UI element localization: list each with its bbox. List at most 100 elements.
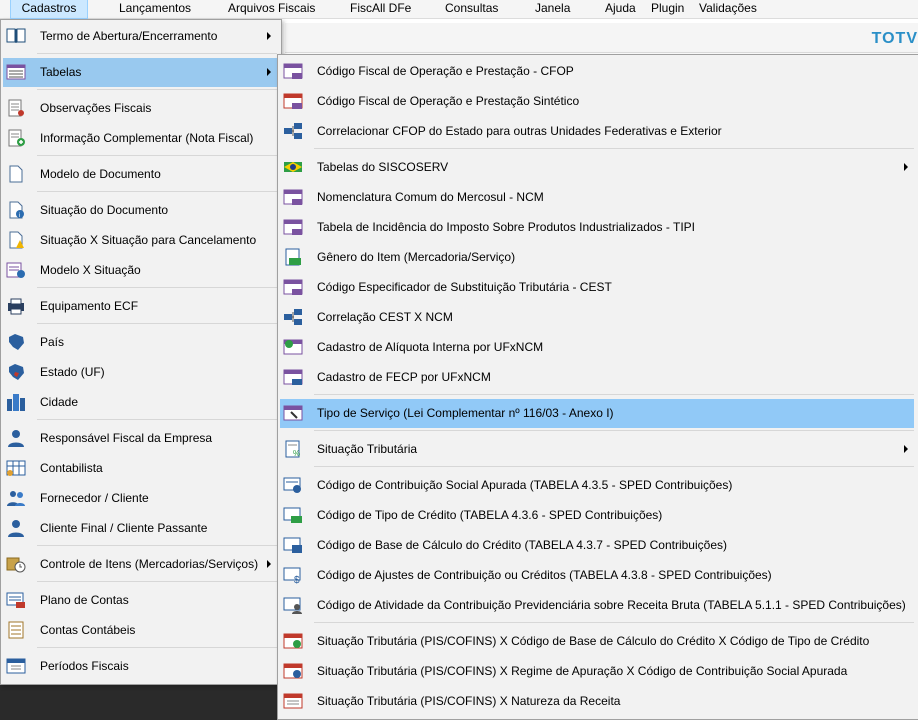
table-icon	[6, 64, 26, 80]
submenu-item-atividade-previdenciaria[interactable]: Código de Atividade da Contribuição Prev…	[280, 591, 914, 620]
submenu-item-tipo-credito[interactable]: Código de Tipo de Crédito (TABELA 4.3.6 …	[280, 501, 914, 530]
menu-item-periodos-fiscais[interactable]: Períodos Fiscais	[3, 652, 277, 681]
submenu-item-correlacao-cest-ncm[interactable]: Correlação CEST X NCM	[280, 303, 914, 332]
adjust-dollar-icon: $	[283, 567, 301, 584]
menu-item-modelo-x-situacao[interactable]: Modelo X Situação	[3, 256, 277, 285]
menu-arquivos-fiscais[interactable]: Arquivos Fiscais	[228, 0, 315, 18]
menu-bar: Cadastros Lançamentos Arquivos Fiscais F…	[0, 0, 918, 19]
submenu-item-fecp[interactable]: Cadastro de FECP por UFxNCM	[280, 363, 914, 392]
correlation-icon	[284, 123, 302, 139]
service-tool-icon	[283, 405, 303, 421]
menu-separator	[37, 155, 277, 156]
document-plus-icon	[8, 129, 25, 147]
tabelas-submenu: Código Fiscal de Operação e Prestação - …	[277, 54, 918, 720]
svg-text:%: %	[293, 449, 300, 458]
menu-item-pais[interactable]: País	[3, 328, 277, 357]
menu-janela[interactable]: Janela	[535, 0, 570, 18]
menu-item-situacao-documento[interactable]: i Situação do Documento	[3, 196, 277, 225]
menu-item-cliente-final[interactable]: Cliente Final / Cliente Passante	[3, 514, 277, 543]
fecp-icon	[283, 369, 303, 385]
contribution-icon	[283, 477, 301, 493]
menu-separator	[37, 53, 277, 54]
toolbar-strip	[285, 23, 918, 53]
money-check-icon	[283, 663, 303, 679]
submenu-item-cfop[interactable]: Código Fiscal de Operação e Prestação - …	[280, 57, 914, 86]
submenu-item-situacao-tributaria[interactable]: % Situação Tributária	[280, 435, 914, 464]
menu-separator	[37, 191, 277, 192]
menu-ajuda[interactable]: Ajuda	[605, 0, 636, 18]
menu-separator	[37, 89, 277, 90]
submenu-item-pis-cofins-base-credito[interactable]: Situação Tributária (PIS/COFINS) X Códig…	[280, 627, 914, 656]
box-clock-icon	[6, 557, 26, 573]
cfop-icon	[283, 63, 303, 79]
submenu-item-cest[interactable]: Código Especificador de Substituição Tri…	[280, 273, 914, 302]
menu-item-observacoes-fiscais[interactable]: Observações Fiscais	[3, 94, 277, 123]
menu-validacoes[interactable]: Validações	[699, 0, 757, 18]
submenu-item-tipo-servico[interactable]: Tipo de Serviço (Lei Complementar nº 116…	[280, 399, 914, 428]
brand-logo: TOTV	[871, 30, 918, 47]
menu-item-termo-abertura[interactable]: Termo de Abertura/Encerramento	[3, 22, 277, 51]
submenu-arrow-icon	[267, 560, 271, 568]
menu-consultas[interactable]: Consultas	[445, 0, 498, 18]
menu-lancamentos[interactable]: Lançamentos	[119, 0, 191, 18]
menu-item-controle-itens[interactable]: Controle de Itens (Mercadorias/Serviços)	[3, 550, 277, 579]
menu-item-plano-contas[interactable]: Plano de Contas	[3, 586, 277, 615]
menu-item-fornecedor-cliente[interactable]: Fornecedor / Cliente	[3, 484, 277, 513]
menu-plugin[interactable]: Plugin	[651, 0, 684, 18]
submenu-item-ajustes-contribuicao[interactable]: $ Código de Ajustes de Contribuição ou C…	[280, 561, 914, 590]
menu-item-contas-contabeis[interactable]: Contas Contábeis	[3, 616, 277, 645]
tax-percent-icon: %	[285, 440, 300, 458]
menu-separator	[37, 287, 277, 288]
submenu-item-cfop-sintetico[interactable]: Código Fiscal de Operação e Prestação Si…	[280, 87, 914, 116]
accounts-list-icon	[8, 621, 24, 639]
submenu-item-contribuicao-social[interactable]: Código de Contribuição Social Apurada (T…	[280, 471, 914, 500]
submenu-item-genero-item[interactable]: Gênero do Item (Mercadoria/Serviço)	[280, 243, 914, 272]
svg-text:i: i	[19, 213, 20, 219]
credit-icon	[283, 507, 302, 523]
document-warning-icon	[9, 231, 24, 249]
submenu-arrow-icon	[904, 445, 908, 453]
cfop-red-icon	[283, 93, 303, 109]
document-lines-icon	[8, 99, 24, 117]
book-icon	[6, 28, 26, 43]
person-icon	[8, 430, 24, 447]
menu-item-tabelas[interactable]: Tabelas	[3, 58, 277, 87]
menu-item-informacao-complementar[interactable]: Informação Complementar (Nota Fiscal)	[3, 124, 277, 153]
submenu-item-pis-cofins-regime[interactable]: Situação Tributária (PIS/COFINS) X Regim…	[280, 657, 914, 686]
menu-separator	[314, 466, 914, 467]
submenu-item-pis-cofins-natureza[interactable]: Situação Tributária (PIS/COFINS) X Natur…	[280, 687, 914, 716]
submenu-item-aliquota-interna[interactable]: Cadastro de Alíquota Interna por UFxNCM	[280, 333, 914, 362]
blank-document-icon	[9, 165, 23, 183]
submenu-item-ncm[interactable]: Nomenclatura Comum do Mercosul - NCM	[280, 183, 914, 212]
tipi-icon	[283, 219, 303, 235]
submenu-arrow-icon	[267, 32, 271, 40]
calendar-money-icon	[6, 658, 26, 674]
menu-item-cidade[interactable]: Cidade	[3, 388, 277, 417]
menu-separator	[37, 323, 277, 324]
menu-item-contabilista[interactable]: Contabilista	[3, 454, 277, 483]
submenu-item-base-calculo-credito[interactable]: Código de Base de Cálculo do Crédito (TA…	[280, 531, 914, 560]
calc-base-icon	[283, 537, 302, 553]
menu-item-responsavel-fiscal[interactable]: Responsável Fiscal da Empresa	[3, 424, 277, 453]
money-red-icon	[283, 633, 303, 649]
menu-cadastros[interactable]: Cadastros	[10, 0, 88, 19]
menu-item-modelo-documento[interactable]: Modelo de Documento	[3, 160, 277, 189]
taskbar-strip	[0, 683, 280, 720]
document-info-icon: i	[9, 201, 24, 219]
money-table-icon	[283, 339, 303, 355]
submenu-item-tipi[interactable]: Tabela de Incidência do Imposto Sobre Pr…	[280, 213, 914, 242]
menu-separator	[37, 581, 277, 582]
submenu-item-siscoserv[interactable]: Tabelas do SISCOSERV	[280, 153, 914, 182]
form-info-icon	[6, 262, 25, 278]
menu-item-equipamento-ecf[interactable]: Equipamento ECF	[3, 292, 277, 321]
menu-separator	[37, 647, 277, 648]
menu-fiscall-dfe[interactable]: FiscAll DFe	[350, 0, 411, 18]
calculator-person-icon	[6, 460, 26, 476]
menu-separator	[314, 394, 914, 395]
menu-item-situacao-cancelamento[interactable]: Situação X Situação para Cancelamento	[3, 226, 277, 255]
menu-separator	[37, 545, 277, 546]
ncm-icon	[283, 189, 303, 205]
brazil-flag-icon	[284, 162, 302, 172]
menu-item-estado[interactable]: Estado (UF)	[3, 358, 277, 387]
submenu-item-correlacionar-cfop[interactable]: Correlacionar CFOP do Estado para outras…	[280, 117, 914, 146]
